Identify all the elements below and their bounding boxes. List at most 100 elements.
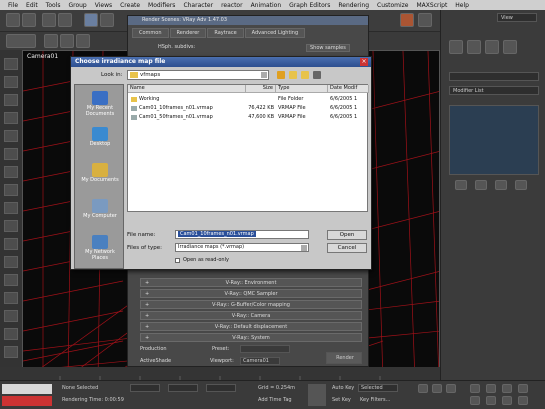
roll-icon[interactable] xyxy=(502,396,512,405)
go-to-start-icon[interactable] xyxy=(418,384,428,393)
make-unique-icon[interactable] xyxy=(495,180,507,190)
x-coordinate-field[interactable] xyxy=(130,384,160,392)
key-icon[interactable] xyxy=(308,384,326,406)
menu-item[interactable]: File xyxy=(4,2,22,9)
file-row[interactable]: Cam01_10frames_n01.vrmap 76,422 KB VRMAP F… xyxy=(128,104,369,112)
menu-item[interactable]: Group xyxy=(64,2,90,9)
auto-key-button[interactable]: Auto Key xyxy=(332,385,354,391)
view-dropdown[interactable]: View xyxy=(497,13,537,22)
column-date[interactable]: Date Modif xyxy=(328,85,369,93)
maxscript-listener[interactable] xyxy=(2,384,52,394)
menu-item[interactable]: Edit xyxy=(22,2,42,9)
column-name[interactable]: Name xyxy=(128,85,246,93)
tool-icon[interactable] xyxy=(4,76,18,88)
views-menu-icon[interactable] xyxy=(313,71,321,79)
menu-item[interactable]: Tools xyxy=(42,2,65,9)
menu-item[interactable]: MAXScript xyxy=(413,2,452,9)
places-item[interactable]: My Network Places xyxy=(78,235,122,261)
production-radio[interactable]: Production xyxy=(140,346,167,352)
rotate-icon[interactable] xyxy=(60,34,74,48)
select-by-name-icon[interactable] xyxy=(100,13,114,27)
unlink-icon[interactable] xyxy=(58,13,72,27)
rollout-header[interactable]: + V-Ray:: G-Buffer/Color mapping xyxy=(140,300,362,309)
places-item[interactable]: My Documents xyxy=(78,163,122,184)
rollout-header[interactable]: + V-Ray:: QMC Sampler xyxy=(140,289,362,298)
menu-item[interactable]: Animation xyxy=(247,2,286,9)
fov-icon[interactable] xyxy=(470,396,480,405)
go-to-end-icon[interactable] xyxy=(446,384,456,393)
file-row[interactable]: Working File Folder 6/6/2005 1 xyxy=(128,95,369,103)
activeshade-radio[interactable]: ActiveShade xyxy=(140,358,171,364)
hierarchy-tab-icon[interactable] xyxy=(485,40,499,54)
up-folder-icon[interactable] xyxy=(289,71,297,79)
remove-modifier-icon[interactable] xyxy=(515,180,527,190)
tool-icon[interactable] xyxy=(4,202,18,214)
selected-dropdown[interactable]: Selected xyxy=(358,384,398,392)
redo-icon[interactable] xyxy=(22,13,36,27)
menu-item[interactable]: Create xyxy=(116,2,144,9)
object-name-field[interactable] xyxy=(449,72,539,81)
rollout-header[interactable]: + V-Ray:: System xyxy=(140,333,362,342)
maximize-viewport-icon[interactable] xyxy=(518,396,528,405)
show-samples-button[interactable]: Show samples xyxy=(306,44,350,52)
render-tab[interactable]: Renderer xyxy=(169,28,207,38)
open-button[interactable]: Open xyxy=(327,230,367,240)
render-button[interactable]: Render xyxy=(326,352,362,364)
tool-icon[interactable] xyxy=(4,220,18,232)
menu-item[interactable]: Graph Editors xyxy=(285,2,334,9)
tool-icon[interactable] xyxy=(4,130,18,142)
scale-icon[interactable] xyxy=(76,34,90,48)
back-icon[interactable] xyxy=(277,71,285,79)
tool-icon[interactable] xyxy=(4,238,18,250)
add-time-tag[interactable]: Add Time Tag xyxy=(258,397,292,403)
column-size[interactable]: Size xyxy=(246,85,276,93)
tool-icon[interactable] xyxy=(4,94,18,106)
rollout-header[interactable]: + V-Ray:: Environment xyxy=(140,278,362,287)
file-type-dropdown[interactable]: Irradiance maps (*.vrmap) xyxy=(175,243,309,252)
maxscript-mini-listener[interactable] xyxy=(2,396,52,406)
new-folder-icon[interactable] xyxy=(301,71,309,79)
look-in-dropdown[interactable]: vfmaps xyxy=(127,70,269,80)
link-icon[interactable] xyxy=(42,13,56,27)
cancel-button[interactable]: Cancel xyxy=(327,243,367,253)
quick-render-icon[interactable] xyxy=(418,13,432,27)
move-icon[interactable] xyxy=(44,34,58,48)
create-tab-icon[interactable] xyxy=(449,40,463,54)
tool-icon[interactable] xyxy=(4,166,18,178)
select-icon[interactable] xyxy=(84,13,98,27)
file-dialog-title[interactable]: Choose irradiance map file xyxy=(71,57,371,67)
render-tab[interactable]: Advanced Lighting xyxy=(244,28,306,38)
tool-icon[interactable] xyxy=(4,184,18,196)
show-end-result-icon[interactable] xyxy=(475,180,487,190)
motion-tab-icon[interactable] xyxy=(503,40,517,54)
orbit-icon[interactable] xyxy=(518,384,528,393)
key-filters-button[interactable]: Key Filters... xyxy=(360,397,390,403)
render-tab[interactable]: Raytrace xyxy=(207,28,244,38)
column-type[interactable]: Type xyxy=(276,85,328,93)
tool-icon[interactable] xyxy=(4,148,18,160)
file-row[interactable]: Cam01_50frames_n01.vrmap 47,600 KB VRMAP F… xyxy=(128,113,369,121)
tool-icon[interactable] xyxy=(4,346,18,358)
zoom-all-icon[interactable] xyxy=(486,384,496,393)
file-list[interactable]: Name Size Type Date Modif Working File Fo… xyxy=(127,84,369,212)
pan-icon[interactable] xyxy=(502,384,512,393)
z-coordinate-field[interactable] xyxy=(206,384,236,392)
file-name-input[interactable]: Cam01_10frames_n01.vrmap xyxy=(175,230,309,239)
rollout-header[interactable]: + V-Ray:: Camera xyxy=(140,311,362,320)
modifier-stack[interactable] xyxy=(449,105,539,175)
close-icon[interactable]: × xyxy=(360,58,368,66)
viewport-label[interactable]: Camera01 xyxy=(27,53,58,60)
readonly-checkbox[interactable] xyxy=(175,258,180,263)
undo-icon[interactable] xyxy=(6,13,20,27)
rollout-header[interactable]: + V-Ray:: Default displacement xyxy=(140,322,362,331)
menu-item[interactable]: reactor xyxy=(217,2,247,9)
places-item[interactable]: Desktop xyxy=(78,127,122,148)
menu-item[interactable]: Rendering xyxy=(334,2,373,9)
render-teapot-icon[interactable] xyxy=(400,13,414,27)
tool-icon[interactable] xyxy=(4,310,18,322)
render-tab[interactable]: Common xyxy=(132,28,169,38)
viewport-dropdown[interactable]: Camera01 xyxy=(240,357,280,365)
menu-item[interactable]: Views xyxy=(91,2,116,9)
render-dialog-title[interactable]: Render Scenes: VRay Adv 1.47.03 xyxy=(128,16,368,25)
y-coordinate-field[interactable] xyxy=(168,384,198,392)
